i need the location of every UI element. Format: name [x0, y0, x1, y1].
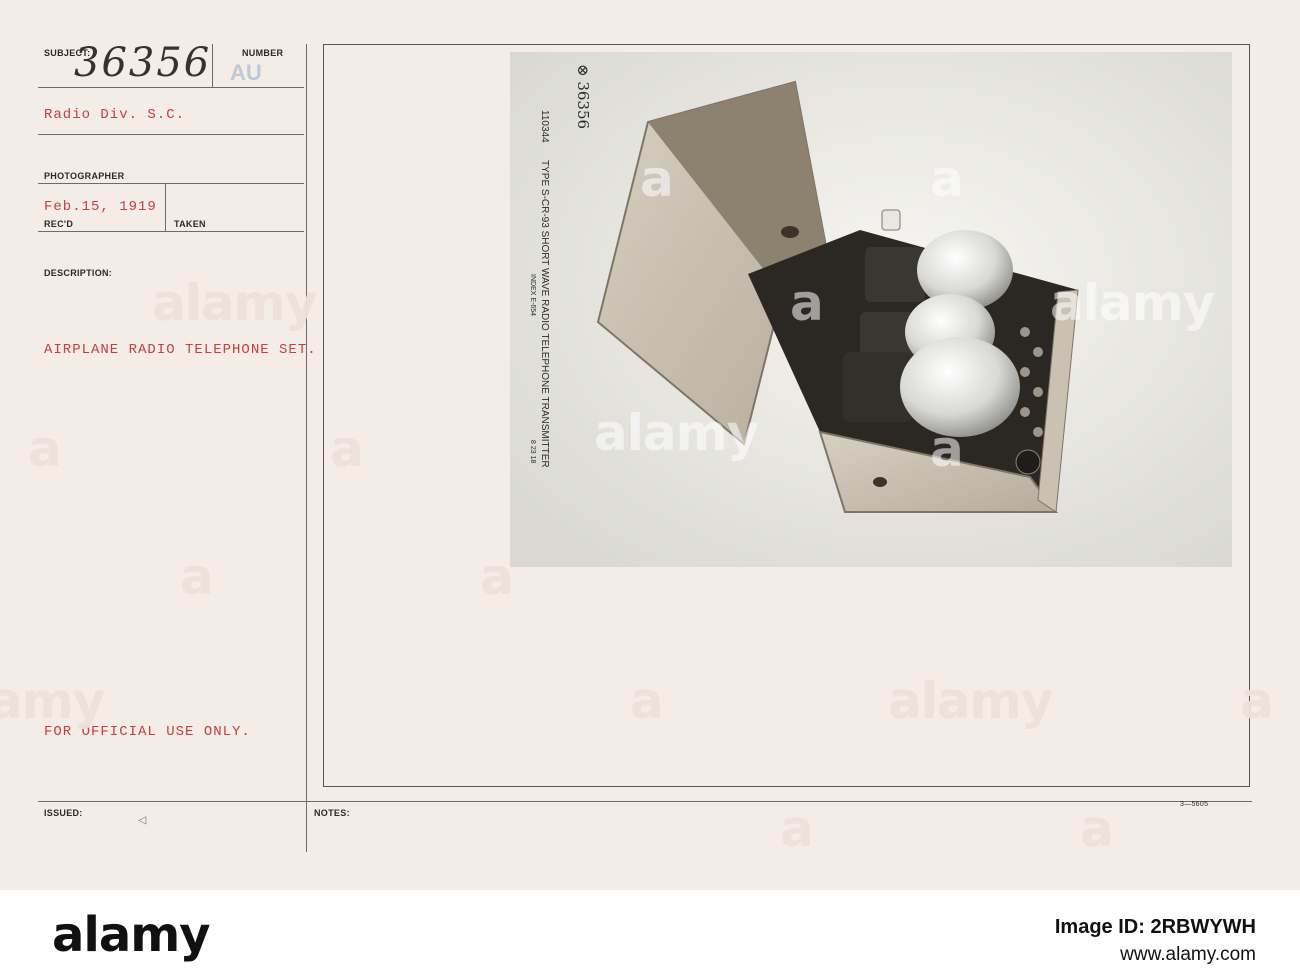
watermark: a — [640, 150, 674, 208]
photo-caption: TYPE S-CR-93 SHORT WAVE RADIO TELEPHONE … — [539, 160, 550, 468]
watermark: a — [28, 420, 62, 478]
description-label: DESCRIPTION: — [44, 268, 113, 278]
watermark: a — [790, 274, 824, 332]
watermark: alamy — [0, 672, 105, 730]
watermark: alamy — [888, 672, 1053, 730]
divider — [38, 801, 1252, 802]
alamy-logo: alamy — [52, 907, 211, 963]
notes-label: NOTES: — [314, 808, 350, 818]
photo-index-ref: INDEX E-654 — [529, 274, 536, 317]
watermark: a — [180, 548, 214, 606]
number-stamp: AU — [230, 60, 262, 85]
photo-stamp-number: ⊗ 36356 — [574, 64, 592, 130]
photo-index-number: 110344 — [539, 110, 550, 143]
date-received: Feb.15, 1919 — [44, 199, 157, 215]
archive-card: SUBJECT: 36356 NUMBER AU Radio Div. S.C.… — [0, 0, 1300, 890]
watermark: a — [1240, 672, 1274, 730]
watermark: a — [330, 420, 364, 478]
number-label: NUMBER — [242, 48, 284, 58]
divider — [38, 231, 304, 232]
subject-number: 36356 — [74, 40, 212, 86]
divider — [165, 183, 166, 231]
divider — [306, 44, 307, 852]
photographer-label: PHOTOGRAPHER — [44, 171, 125, 181]
divider — [38, 87, 304, 88]
divider — [38, 183, 304, 184]
photo-caption-date: 8 23 18 — [529, 440, 536, 464]
watermark: a — [930, 150, 964, 208]
issued-label: ISSUED: — [44, 808, 83, 818]
website-url: www.alamy.com — [1120, 944, 1256, 965]
watermark: a — [780, 800, 814, 858]
watermark: alamy — [1050, 274, 1215, 332]
divider — [212, 44, 213, 87]
watermark: alamy — [152, 274, 317, 332]
form-number: 3—5605 — [1180, 801, 1209, 808]
recd-label: REC'D — [44, 219, 74, 229]
watermark: alamy — [594, 404, 759, 462]
description-text: AIRPLANE RADIO TELEPHONE SET. — [44, 342, 317, 358]
taken-label: TAKEN — [174, 219, 206, 229]
watermark: a — [630, 672, 664, 730]
divider — [38, 134, 304, 135]
image-id: Image ID: 2RBWYWH — [1054, 916, 1256, 938]
triangle-mark: ◁ — [138, 813, 148, 829]
subject-line: Radio Div. S.C. — [44, 107, 186, 123]
watermark: a — [480, 548, 514, 606]
watermark: a — [1080, 800, 1114, 858]
watermark: a — [930, 420, 964, 478]
